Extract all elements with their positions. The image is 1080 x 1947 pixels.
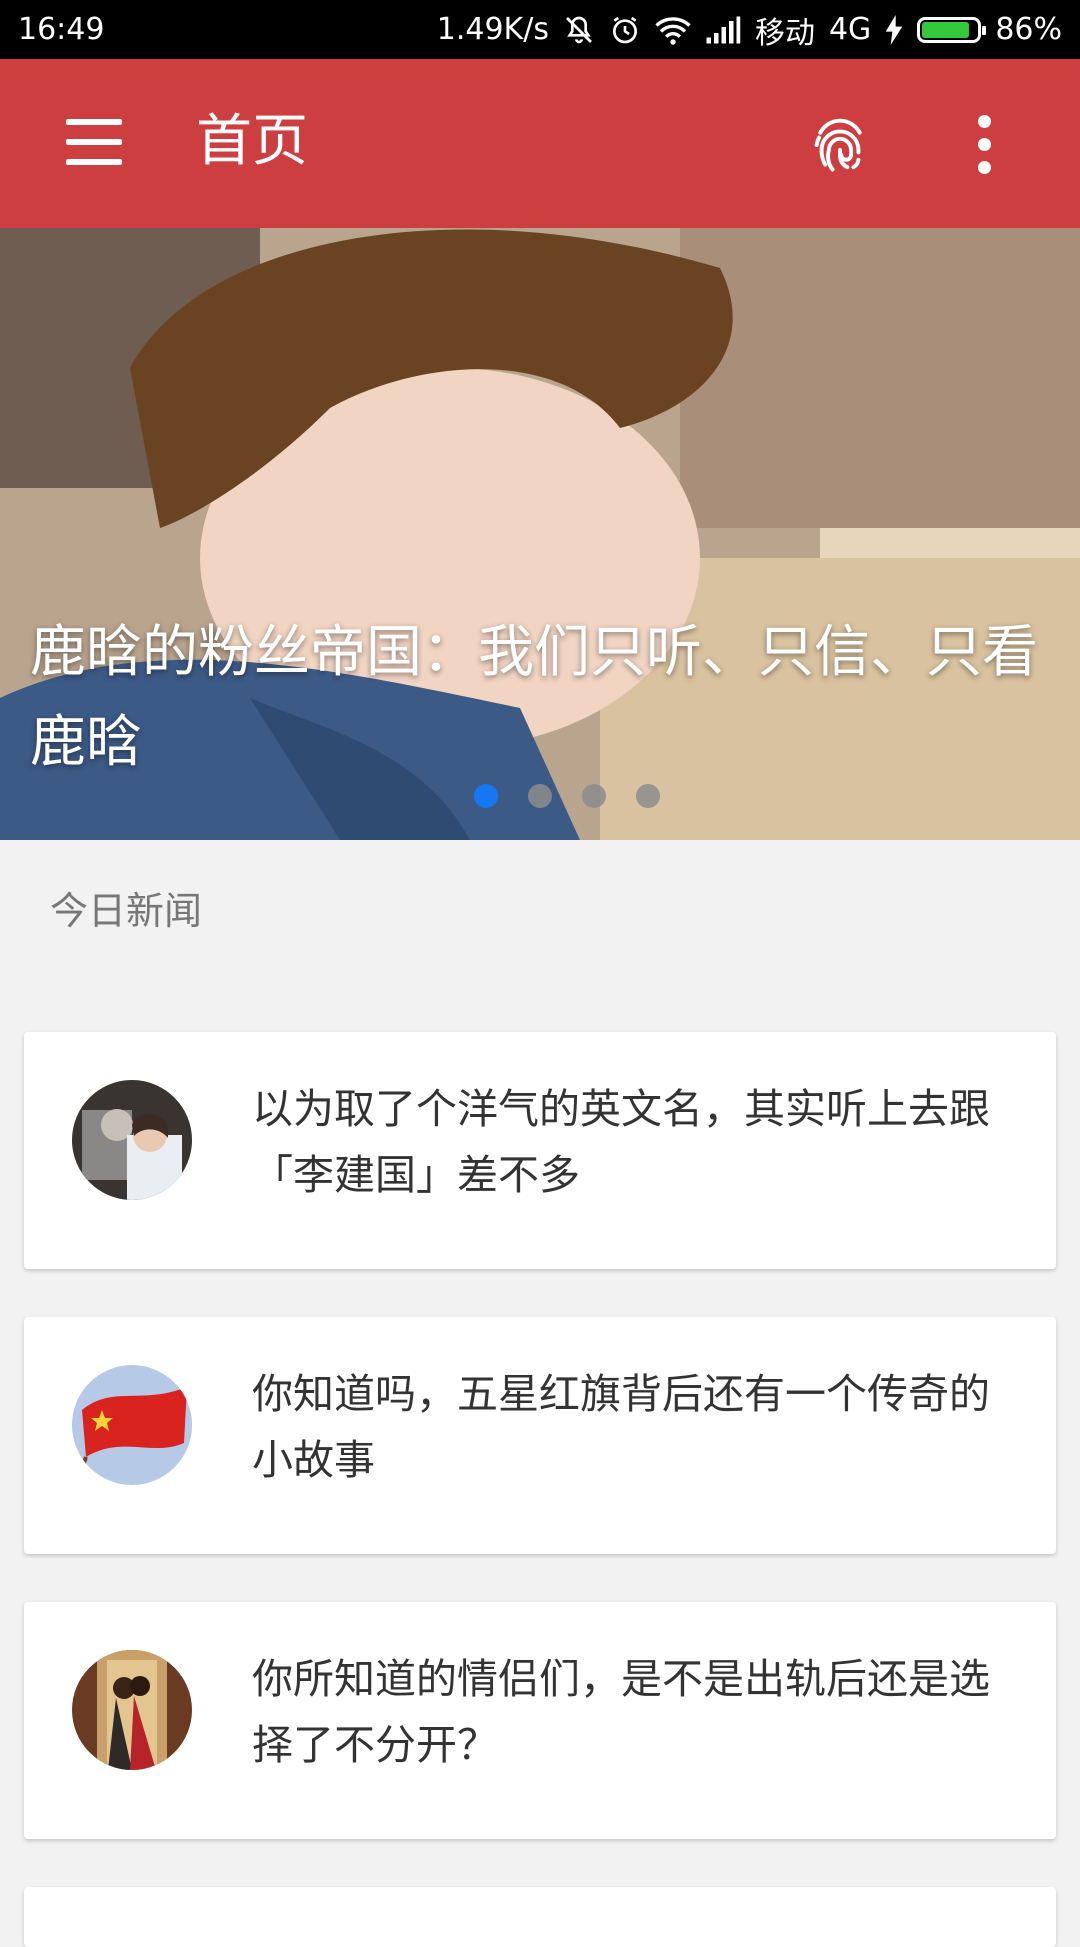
status-bar: 16:49 1.49K/s 移动 4G 86% xyxy=(0,0,1080,59)
more-options-button[interactable] xyxy=(970,115,1000,175)
carousel-indicators xyxy=(474,784,660,808)
battery-percent: 86% xyxy=(995,12,1062,47)
menu-button[interactable] xyxy=(66,119,122,165)
carousel-dot[interactable] xyxy=(636,784,660,808)
news-card[interactable]: 你所知道的情侣们，是不是出轨后还是选择了不分开？ xyxy=(24,1602,1056,1839)
alarm-icon xyxy=(609,14,641,46)
battery-fill xyxy=(922,21,969,38)
charging-icon xyxy=(885,14,903,45)
fingerprint-button[interactable] xyxy=(810,113,870,177)
news-thumbnail xyxy=(72,1080,192,1200)
battery-icon xyxy=(917,16,987,43)
page-title: 首页 xyxy=(196,109,308,174)
banner-carousel[interactable]: 鹿晗的粉丝帝国：我们只听、只信、只看鹿晗 xyxy=(0,228,1080,840)
news-title: 你所知道的情侣们，是不是出轨后还是选择了不分开？ xyxy=(252,1655,990,1769)
network-speed: 1.49K/s xyxy=(436,12,549,47)
section-title: 今日新闻 xyxy=(50,889,203,933)
wifi-icon xyxy=(655,14,691,46)
network-type: 4G xyxy=(828,12,872,47)
news-thumbnail xyxy=(72,1650,192,1770)
status-time: 16:49 xyxy=(18,12,105,47)
carousel-dot[interactable] xyxy=(528,784,552,808)
mute-icon xyxy=(563,14,595,46)
news-title: 以为取了个洋气的英文名，其实听上去跟「李建国」差不多 xyxy=(252,1085,990,1199)
news-card[interactable]: 以为取了个洋气的英文名，其实听上去跟「李建国」差不多 xyxy=(24,1032,1056,1269)
fingerprint-icon xyxy=(814,118,862,172)
signal-icon xyxy=(705,15,741,45)
news-title: 你知道吗，五星红旗背后还有一个传奇的小故事 xyxy=(252,1370,990,1484)
news-thumbnail xyxy=(72,1365,192,1485)
banner-title: 鹿晗的粉丝帝国：我们只听、只信、只看鹿晗 xyxy=(30,620,1038,775)
news-card[interactable]: 你知道吗，五星红旗背后还有一个传奇的小故事 xyxy=(24,1317,1056,1554)
carousel-dot[interactable] xyxy=(582,784,606,808)
carousel-dot[interactable] xyxy=(474,784,498,808)
news-card[interactable] xyxy=(24,1887,1056,1947)
app-bar: 首页 xyxy=(0,59,1080,228)
carrier-label: 移动 xyxy=(754,15,815,51)
status-icons: 1.49K/s 移动 4G 86% xyxy=(437,8,1062,52)
